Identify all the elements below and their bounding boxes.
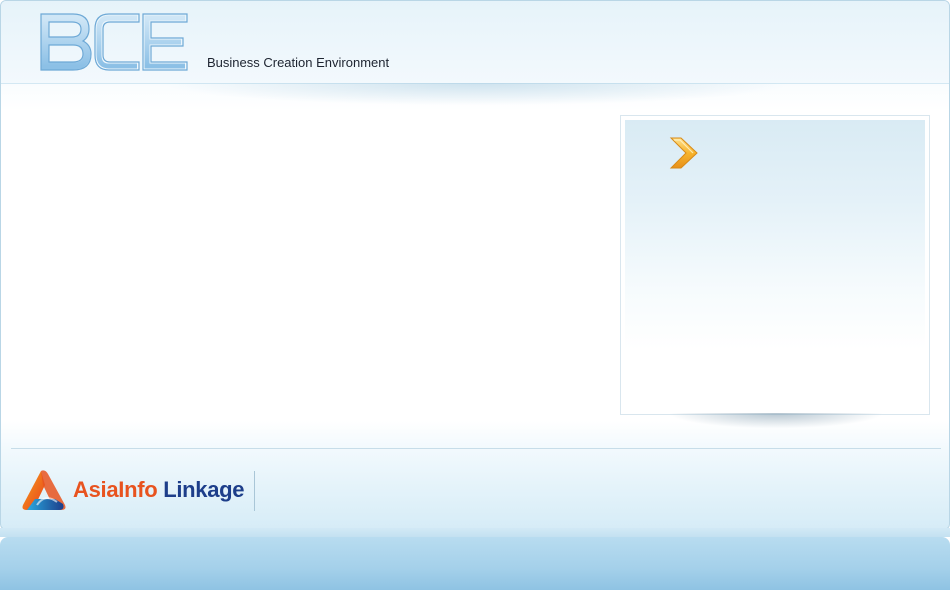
side-panel-content bbox=[625, 120, 925, 410]
brand-name-part-b: Linkage bbox=[163, 477, 245, 502]
header-shadow bbox=[11, 83, 941, 115]
bce-logo bbox=[40, 13, 188, 71]
side-panel-shadow bbox=[623, 413, 929, 435]
brand-divider bbox=[254, 471, 255, 511]
footer-divider bbox=[11, 448, 941, 449]
main-frame: Business Creation Environment AsiaInfo L… bbox=[0, 0, 950, 530]
asiainfo-logo-icon bbox=[22, 470, 66, 510]
gap-strip bbox=[0, 528, 950, 537]
header: Business Creation Environment bbox=[1, 1, 949, 84]
app-subtitle: Business Creation Environment bbox=[207, 55, 390, 70]
bottom-bar bbox=[0, 537, 950, 590]
side-panel bbox=[620, 115, 930, 415]
chevron-right-icon[interactable] bbox=[669, 136, 699, 170]
brand-name: AsiaInfo Linkage bbox=[73, 477, 245, 503]
brand-name-part-a: AsiaInfo bbox=[73, 477, 158, 502]
